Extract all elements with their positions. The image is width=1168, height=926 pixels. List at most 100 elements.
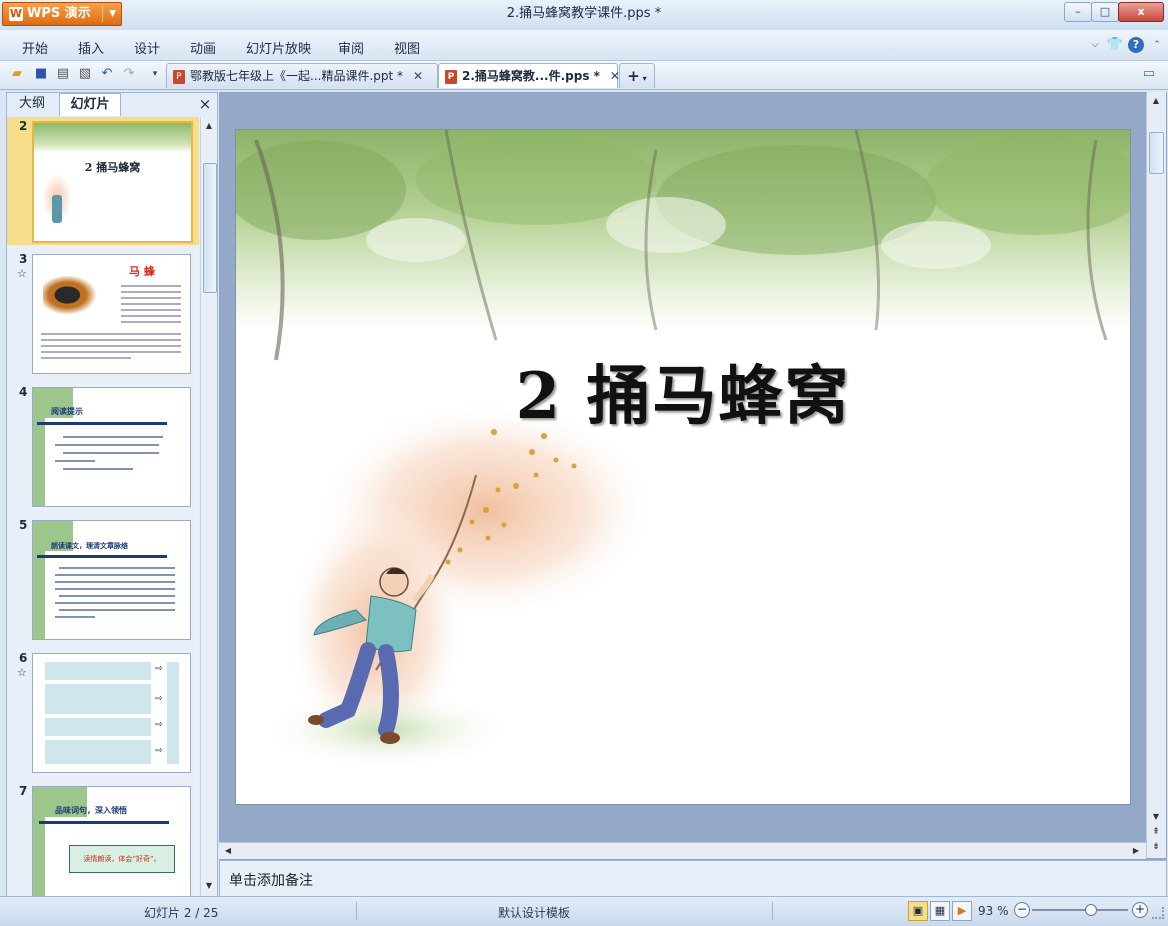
print-icon[interactable]: ▤ [54,65,72,83]
thumbnail-slide-2[interactable]: 2 2 捅马蜂窝 [7,117,199,245]
content-box [45,718,151,736]
customize-icon[interactable]: ▾ [146,65,164,83]
slide-preview: ⇨ ⇨ ⇨ ⇨ [32,653,191,773]
arrow-right-icon: ⇨ [155,664,163,674]
menu-slideshow[interactable]: 幻灯片放映 [246,38,311,57]
slide-title[interactable]: 2 捅马蜂窝 [236,345,1130,437]
editor-horizontal-scrollbar[interactable]: ◀ ▶ [219,842,1146,859]
previous-slide-icon[interactable]: ⇞ [1149,825,1163,839]
scroll-up-icon[interactable]: ▲ [202,119,216,133]
current-slide[interactable]: 2 捅马蜂窝 [236,130,1130,804]
thumbnail-slide-3[interactable]: 3 ☆ 马 蜂 [7,250,199,378]
minimize-button[interactable]: – [1064,2,1092,22]
text-line [63,436,163,438]
heading-underline [37,555,167,558]
content-box [45,662,151,680]
editor-vertical-scrollbar[interactable]: ▲ ▼ ⇞ ⇟ [1146,92,1166,858]
slideshow-icon[interactable]: ▶ [952,901,972,921]
thumbnail-slide-5[interactable]: 5 朗读课文，理清文章脉络 [7,516,199,644]
panel-toggle-icon[interactable]: ▭ [1140,65,1158,83]
tab-outline[interactable]: 大纲 [9,93,55,115]
app-menu-button[interactable]: W WPS 演示 ▼ [2,2,122,26]
slide-number: 6 [19,651,28,665]
scrollbar-thumb[interactable] [1149,132,1164,174]
chevron-down-icon: ▾ [639,74,647,83]
menu-animation[interactable]: 动画 [190,38,216,57]
slides-panel: 大纲 幻灯片 × 2 2 捅马蜂窝 3 ☆ 马 蜂 4 阅读提示 5 朗读课文，… [6,92,218,897]
maximize-button[interactable]: □ [1091,2,1119,22]
scroll-down-icon[interactable]: ▼ [202,879,216,893]
text-line [121,297,181,299]
thumbnail-slide-7[interactable]: 7 品味词句，深入领悟 读情朗读，体会“好奇”。 [7,782,199,896]
tab-document-2[interactable]: P 2.捅马蜂窝教...件.pps * ✕ [438,63,620,88]
thumbnail-slide-4[interactable]: 4 阅读提示 [7,383,199,511]
scrollbar-thumb[interactable] [203,163,217,293]
notes-pane[interactable]: 单击添加备注 [219,860,1167,897]
normal-view-icon[interactable]: ▣ [908,901,928,921]
arrow-right-icon: ⇨ [155,746,163,756]
quick-access-toolbar: ▰ ■ ▤ ▧ ↶ ↷ ▾ P 鄂教版七年级上《一起...精品课件.ppt * ✕ … [0,61,1168,90]
text-line [63,468,133,470]
summary-column [167,662,179,764]
menu-design[interactable]: 设计 [134,38,160,57]
tab-document-2-label: 2.捅马蜂窝教...件.pps * [462,69,600,83]
menu-view[interactable]: 视图 [394,38,420,57]
zoom-in-icon[interactable]: + [1132,902,1148,918]
app-menu-label: WPS 演示 [27,6,91,21]
slide-preview: 品味词句，深入领悟 读情朗读，体会“好奇”。 [32,786,191,896]
tree-banner-image [34,123,191,153]
redo-icon[interactable]: ↷ [120,65,138,83]
text-line [55,588,175,590]
text-line [55,602,175,604]
thumb-heading: 马 蜂 [129,265,155,278]
text-line [59,595,175,597]
menu-home[interactable]: 开始 [22,38,48,57]
text-line [55,581,175,583]
zoom-level: 93 % [978,904,1009,918]
slide-sorter-icon[interactable]: ▦ [930,901,950,921]
tab-slides[interactable]: 幻灯片 [59,93,121,116]
scroll-up-icon[interactable]: ▲ [1149,94,1163,108]
thumbnails-scrollbar[interactable]: ▲ ▼ [200,117,217,896]
zoom-slider-thumb[interactable] [1085,904,1098,916]
zoom-slider-track[interactable] [1032,909,1128,911]
ppt-file-icon: P [445,69,457,84]
save-icon[interactable]: ■ [32,65,50,83]
ribbon-collapse-icon[interactable]: ⌃ [1148,36,1166,54]
menu-insert[interactable]: 插入 [78,38,104,57]
scroll-left-icon[interactable]: ◀ [221,844,235,858]
next-slide-icon[interactable]: ⇟ [1149,840,1163,854]
zoom-out-icon[interactable]: − [1014,902,1030,918]
notes-placeholder: 单击添加备注 [229,873,313,889]
skin-icon[interactable]: 👕 [1106,36,1124,54]
close-button[interactable]: x [1118,2,1164,22]
template-name: 默认设计模板 [498,906,571,920]
scroll-down-icon[interactable]: ▼ [1149,810,1163,824]
text-line [59,567,175,569]
text-line [41,357,131,359]
close-tab-icon[interactable]: ✕ [413,64,423,88]
new-tab-button[interactable]: + ▾ [619,63,655,88]
heading-underline [37,422,167,425]
text-line [55,574,175,576]
ppt-file-icon: P [173,69,185,84]
undo-icon[interactable]: ↶ [98,65,116,83]
scroll-right-icon[interactable]: ▶ [1129,844,1143,858]
text-line [121,303,181,305]
slide-number: 5 [19,518,28,532]
tab-document-1[interactable]: P 鄂教版七年级上《一起...精品课件.ppt * ✕ [166,63,438,88]
text-line [55,460,95,462]
open-icon[interactable]: ▰ [8,65,26,83]
text-line [41,345,181,347]
text-line [55,444,159,446]
text-line [121,291,181,293]
print-preview-icon[interactable]: ▧ [76,65,94,83]
content-box [45,684,151,714]
menu-review[interactable]: 审阅 [338,38,364,57]
heading-underline [39,821,169,824]
thumbnail-slide-6[interactable]: 6 ☆ ⇨ ⇨ ⇨ ⇨ [7,649,199,777]
text-line [121,315,181,317]
close-panel-icon[interactable]: × [197,93,213,115]
help-icon[interactable]: ? [1128,37,1144,53]
chevron-down-icon[interactable]: ⌵ [1086,36,1104,54]
